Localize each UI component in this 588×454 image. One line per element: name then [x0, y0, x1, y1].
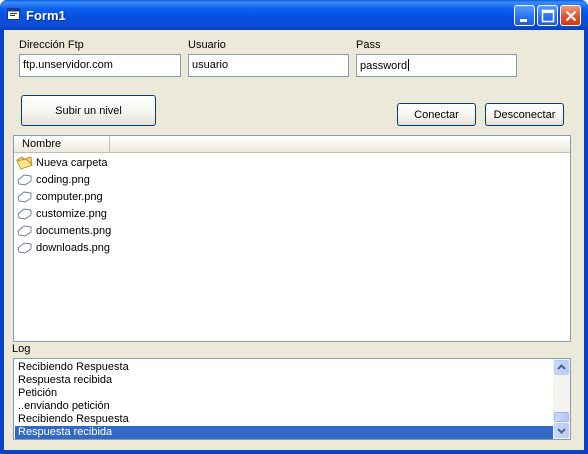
- client-area: Dirección Ftp ftp.unservidor.com Usuario…: [4, 30, 584, 450]
- username-label: Usuario: [188, 39, 226, 51]
- title-bar[interactable]: Form1: [0, 0, 588, 30]
- app-icon: [7, 8, 20, 20]
- log-line[interactable]: Petición: [15, 387, 553, 400]
- scroll-thumb[interactable]: [554, 412, 569, 422]
- password-value: password: [360, 60, 408, 72]
- file-list[interactable]: Nombre Nueva carpeta coding.png computer…: [13, 135, 571, 342]
- folder-icon: [16, 155, 33, 170]
- ftp-address-label: Dirección Ftp: [19, 39, 84, 51]
- list-item[interactable]: customize.png: [16, 205, 107, 222]
- log-list[interactable]: Recibiendo Respuesta Respuesta recibida …: [13, 358, 571, 440]
- file-icon: [17, 242, 32, 253]
- list-item[interactable]: Nueva carpeta: [16, 154, 108, 171]
- column-header-name[interactable]: Nombre: [14, 136, 110, 153]
- list-item-label: documents.png: [36, 224, 112, 237]
- minimize-button[interactable]: [514, 5, 535, 26]
- close-button[interactable]: [560, 5, 581, 26]
- main-window: Form1 Dirección Ftp ftp.unservidor.com U…: [0, 0, 588, 454]
- list-item-label: computer.png: [36, 190, 103, 203]
- list-item[interactable]: coding.png: [16, 171, 90, 188]
- password-input[interactable]: password: [356, 54, 517, 77]
- log-line[interactable]: Respuesta recibida: [15, 374, 553, 387]
- text-caret: [408, 59, 410, 71]
- log-line-selected[interactable]: Respuesta recibida: [15, 426, 553, 439]
- file-icon: [17, 225, 32, 236]
- maximize-button[interactable]: [537, 5, 558, 26]
- list-item-label: downloads.png: [36, 241, 111, 254]
- list-item[interactable]: downloads.png: [16, 239, 110, 256]
- window-title: Form1: [26, 8, 66, 23]
- list-item-label: Nueva carpeta: [36, 156, 108, 169]
- list-item[interactable]: computer.png: [16, 188, 103, 205]
- log-label: Log: [12, 343, 31, 355]
- log-line[interactable]: Recibiendo Respuesta: [15, 413, 553, 426]
- up-level-button[interactable]: Subir un nivel: [21, 95, 156, 126]
- ftp-address-input[interactable]: ftp.unservidor.com: [19, 54, 181, 77]
- close-icon: [565, 10, 577, 22]
- minimize-icon: [520, 19, 527, 22]
- log-line[interactable]: Recibiendo Respuesta: [15, 361, 553, 374]
- connect-button[interactable]: Conectar: [397, 103, 476, 126]
- file-list-header: Nombre: [14, 136, 570, 153]
- scroll-down-button[interactable]: [554, 423, 569, 438]
- chevron-down-icon: [557, 428, 566, 434]
- list-item-label: coding.png: [36, 173, 90, 186]
- log-scrollbar[interactable]: [553, 359, 570, 439]
- disconnect-button[interactable]: Desconectar: [485, 103, 564, 126]
- list-item-label: customize.png: [36, 207, 107, 220]
- list-item[interactable]: documents.png: [16, 222, 111, 239]
- file-icon: [17, 174, 32, 185]
- maximize-icon: [541, 9, 555, 23]
- file-icon: [17, 191, 32, 202]
- chevron-up-icon: [557, 364, 566, 370]
- password-label: Pass: [356, 39, 381, 51]
- username-input[interactable]: usuario: [188, 54, 349, 77]
- scroll-up-button[interactable]: [554, 360, 569, 375]
- log-line[interactable]: ..enviando petición: [15, 400, 553, 413]
- file-icon: [17, 208, 32, 219]
